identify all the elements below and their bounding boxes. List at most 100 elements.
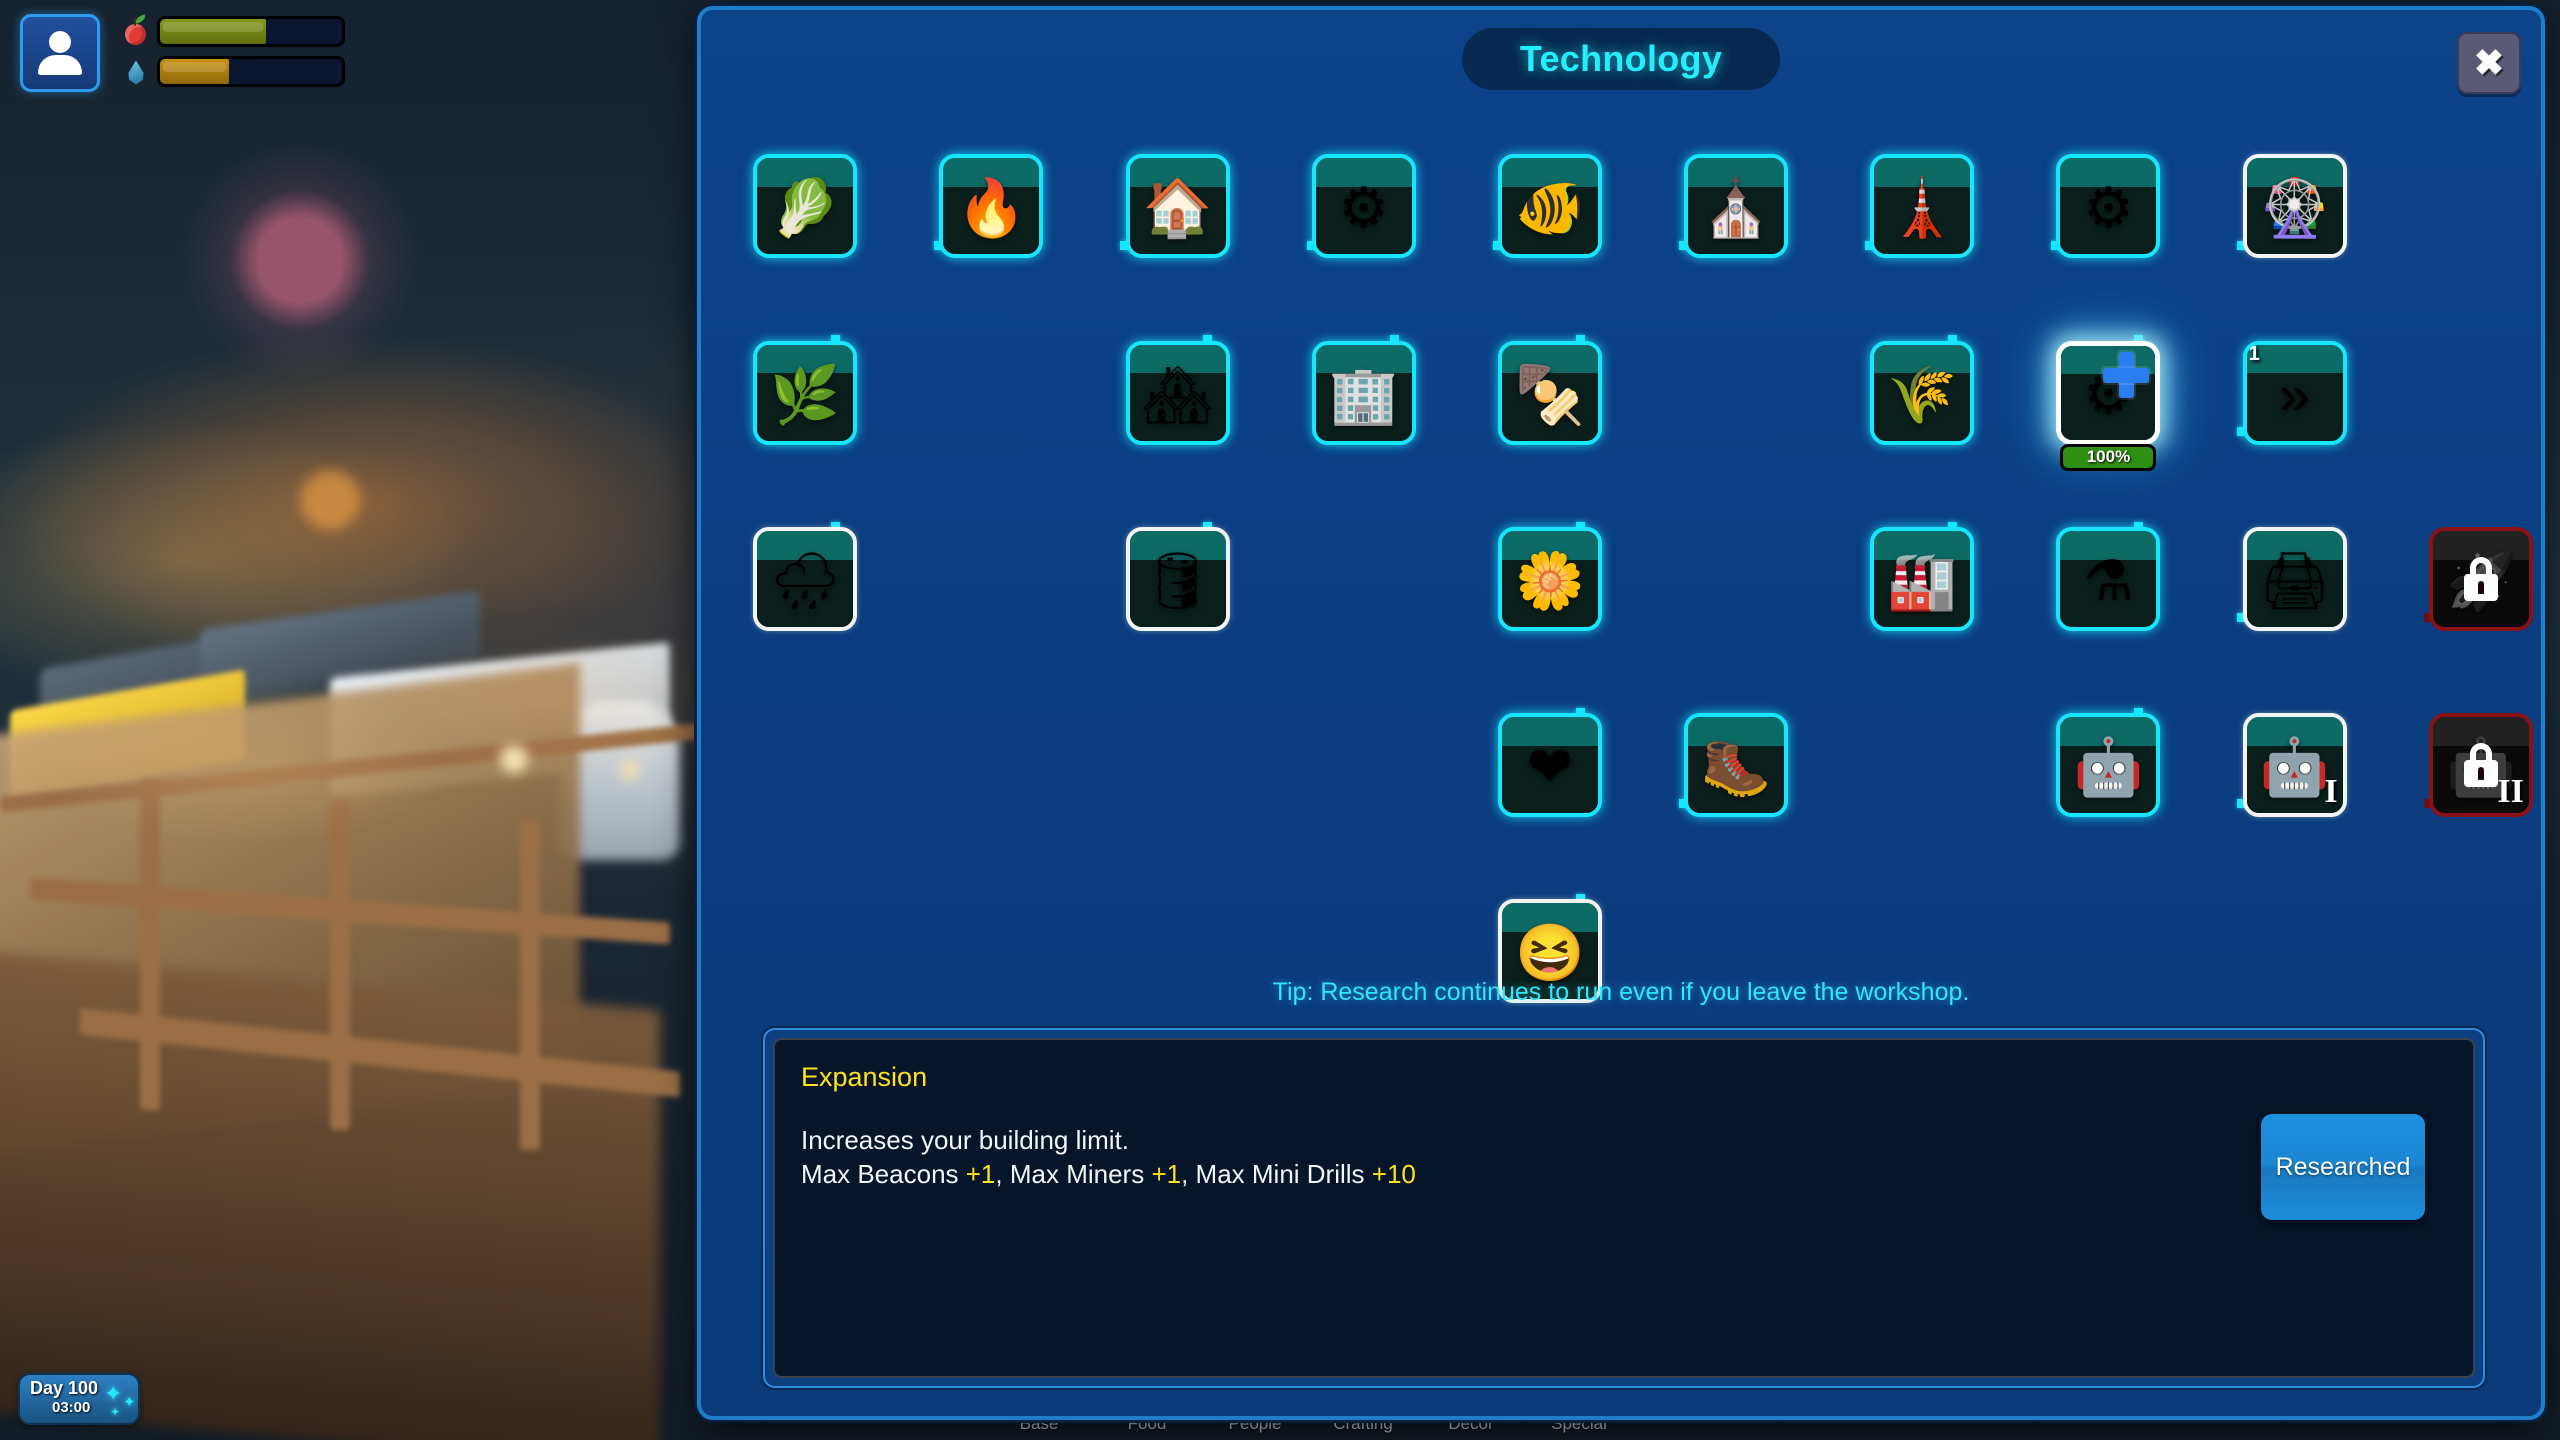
player-avatar-button[interactable]	[20, 14, 100, 92]
person-avatar-icon	[36, 31, 84, 75]
seed-bag-icon: 🌿	[757, 344, 854, 441]
food-stat-row	[122, 13, 345, 47]
tech-node-frame: ⛪	[1684, 154, 1789, 259]
stilt-house-icon: 🏘	[1129, 344, 1226, 441]
tech-node-frame: ⚙	[1311, 154, 1416, 259]
tech-node-frame: 🌼	[1497, 526, 1602, 631]
research-progress-label: 100%	[2086, 447, 2131, 467]
node-fishing[interactable]: 🐠	[1497, 154, 1602, 259]
tip-text: Tip: Research continues to run even if y…	[1272, 978, 1970, 1006]
node-lighthouse[interactable]: 🗼	[1870, 154, 1975, 259]
hopper-icon: ⚗	[2060, 530, 2157, 627]
node-expansion[interactable]: ⚙ 100%	[2056, 340, 2161, 471]
robot-icon: 🤖	[2060, 716, 2157, 813]
tech-node-frame: ⚙	[2056, 340, 2161, 445]
detail-stat-value: +10	[1371, 1159, 1416, 1189]
node-water-tank[interactable]: 🛢	[1125, 526, 1230, 631]
node-flower[interactable]: 🌼	[1497, 526, 1602, 631]
detail-panel-inner: Expansion Increases your building limit.…	[773, 1038, 2475, 1378]
crop-planter-icon: 🥬	[757, 158, 854, 255]
node-church[interactable]: ⛪	[1684, 154, 1789, 259]
node-fish-farm[interactable]: 🍢	[1497, 340, 1602, 445]
church-icon: ⛪	[1688, 158, 1785, 255]
generator-icon: ⚙	[2060, 158, 2157, 255]
fast-forward-icon: »	[2246, 344, 2343, 441]
tech-node-frame: 🤖 I	[2242, 712, 2347, 817]
tower-block-icon: 🏢	[1315, 344, 1412, 441]
tech-node-frame: 🥾	[1684, 712, 1789, 817]
food-bar-fill	[160, 19, 266, 44]
node-wheat[interactable]: 🌾	[1870, 340, 1975, 445]
health-food-icon: ❤	[1501, 716, 1598, 813]
player-stat-bars	[122, 13, 345, 87]
researched-button[interactable]: Researched	[2261, 1114, 2425, 1220]
detail-stat-value: +1	[965, 1159, 996, 1189]
technology-tree[interactable]: 🥬🔥🏠⚙🐠⛪🗼⚙🎡🌿🏘🏢🍢🌾⚙100%»1🌧🛢🌼🏭⚗🖨🚀❤🥾🤖🤖I🤖II😆	[701, 10, 2549, 1004]
tech-node-frame: 🌿	[753, 340, 858, 445]
tech-node-frame: 🗼	[1870, 154, 1975, 259]
detail-stat-label: , Max Miners	[995, 1159, 1152, 1189]
detail-title: Expansion	[801, 1062, 928, 1092]
tech-node-frame: 🏭	[1870, 526, 1975, 631]
water-bar-track	[157, 56, 345, 87]
lock-icon	[2463, 742, 2498, 787]
water-drop-icon	[122, 57, 148, 87]
node-robot-i[interactable]: 🤖 I	[2242, 712, 2347, 817]
tech-node-frame: 🚀	[2428, 526, 2533, 631]
research-progress-bar: 100%	[2060, 443, 2157, 471]
fish-icon: 🐠	[1501, 158, 1598, 255]
node-generator[interactable]: ⚙	[2056, 154, 2161, 259]
tech-node-frame: 🌾	[1870, 340, 1975, 445]
water-tank-icon: 🛢	[1129, 530, 1226, 627]
detail-panel: Expansion Increases your building limit.…	[763, 1028, 2485, 1388]
detail-stat-label: , Max Mini Drills	[1181, 1159, 1372, 1189]
node-windmill[interactable]: 🎡	[2242, 154, 2347, 259]
boots-icon: 🥾	[1688, 716, 1785, 813]
node-health-food[interactable]: ❤	[1497, 712, 1602, 817]
detail-line-1: Increases your building limit.	[801, 1125, 1130, 1155]
node-farm-plot[interactable]: 🥬	[753, 154, 858, 259]
grain-silo-icon: 🏭	[1874, 530, 1971, 627]
node-campfire[interactable]: 🔥	[939, 154, 1044, 259]
machine-icon: 🖨	[2246, 530, 2343, 627]
node-speed[interactable]: » 1	[2242, 340, 2347, 445]
node-silo[interactable]: 🏭	[1870, 526, 1975, 631]
tech-node-frame: 🏘	[1125, 340, 1230, 445]
node-house[interactable]: 🏠	[1125, 154, 1230, 259]
tech-node-frame: ❤	[1497, 712, 1602, 817]
tier-numeral: I	[2324, 772, 2338, 810]
tech-node-frame: 🍢	[1497, 340, 1602, 445]
tech-node-frame: 🔥	[939, 154, 1044, 259]
node-machine[interactable]: 🖨	[2242, 526, 2347, 631]
tech-node-frame: ⚙	[2056, 154, 2161, 259]
tech-node-level-badge: 1	[2248, 342, 2260, 365]
node-stilt-house[interactable]: 🏘	[1125, 340, 1230, 445]
detail-stat-label: Max Beacons	[801, 1159, 966, 1189]
lighthouse-icon: 🗼	[1874, 158, 1971, 255]
food-bar-track	[157, 16, 345, 47]
node-rocket-locked[interactable]: 🚀	[2428, 526, 2533, 631]
apple-icon	[122, 13, 148, 47]
node-robot[interactable]: 🤖	[2056, 712, 2161, 817]
detail-body: Increases your building limit. Max Beaco…	[801, 1123, 2447, 1191]
tech-node-frame: 🐠	[1497, 154, 1602, 259]
node-hopper[interactable]: ⚗	[2056, 526, 2161, 631]
plus-overlay-icon	[2103, 351, 2150, 398]
house-icon: 🏠	[1129, 158, 1226, 255]
fish-farm-icon: 🍢	[1501, 344, 1598, 441]
campfire-icon: 🔥	[943, 158, 1040, 255]
water-stat-row	[122, 56, 345, 87]
flower-icon: 🌼	[1501, 530, 1598, 627]
rain-cloud-icon: 🌧	[757, 530, 854, 627]
node-boots[interactable]: 🥾	[1684, 712, 1789, 817]
node-tower[interactable]: 🏢	[1311, 340, 1416, 445]
lock-icon	[2463, 556, 2498, 601]
tech-node-frame: 🤖II	[2428, 712, 2533, 817]
node-robot-ii[interactable]: 🤖II	[2428, 712, 2533, 817]
node-seed-bag[interactable]: 🌿	[753, 340, 858, 445]
node-rain[interactable]: 🌧	[753, 526, 858, 631]
tech-node-frame: 🖨	[2242, 526, 2347, 631]
detail-stat-value: +1	[1151, 1159, 1182, 1189]
node-workbench[interactable]: ⚙	[1311, 154, 1416, 259]
workbench-icon: ⚙	[1315, 158, 1412, 255]
